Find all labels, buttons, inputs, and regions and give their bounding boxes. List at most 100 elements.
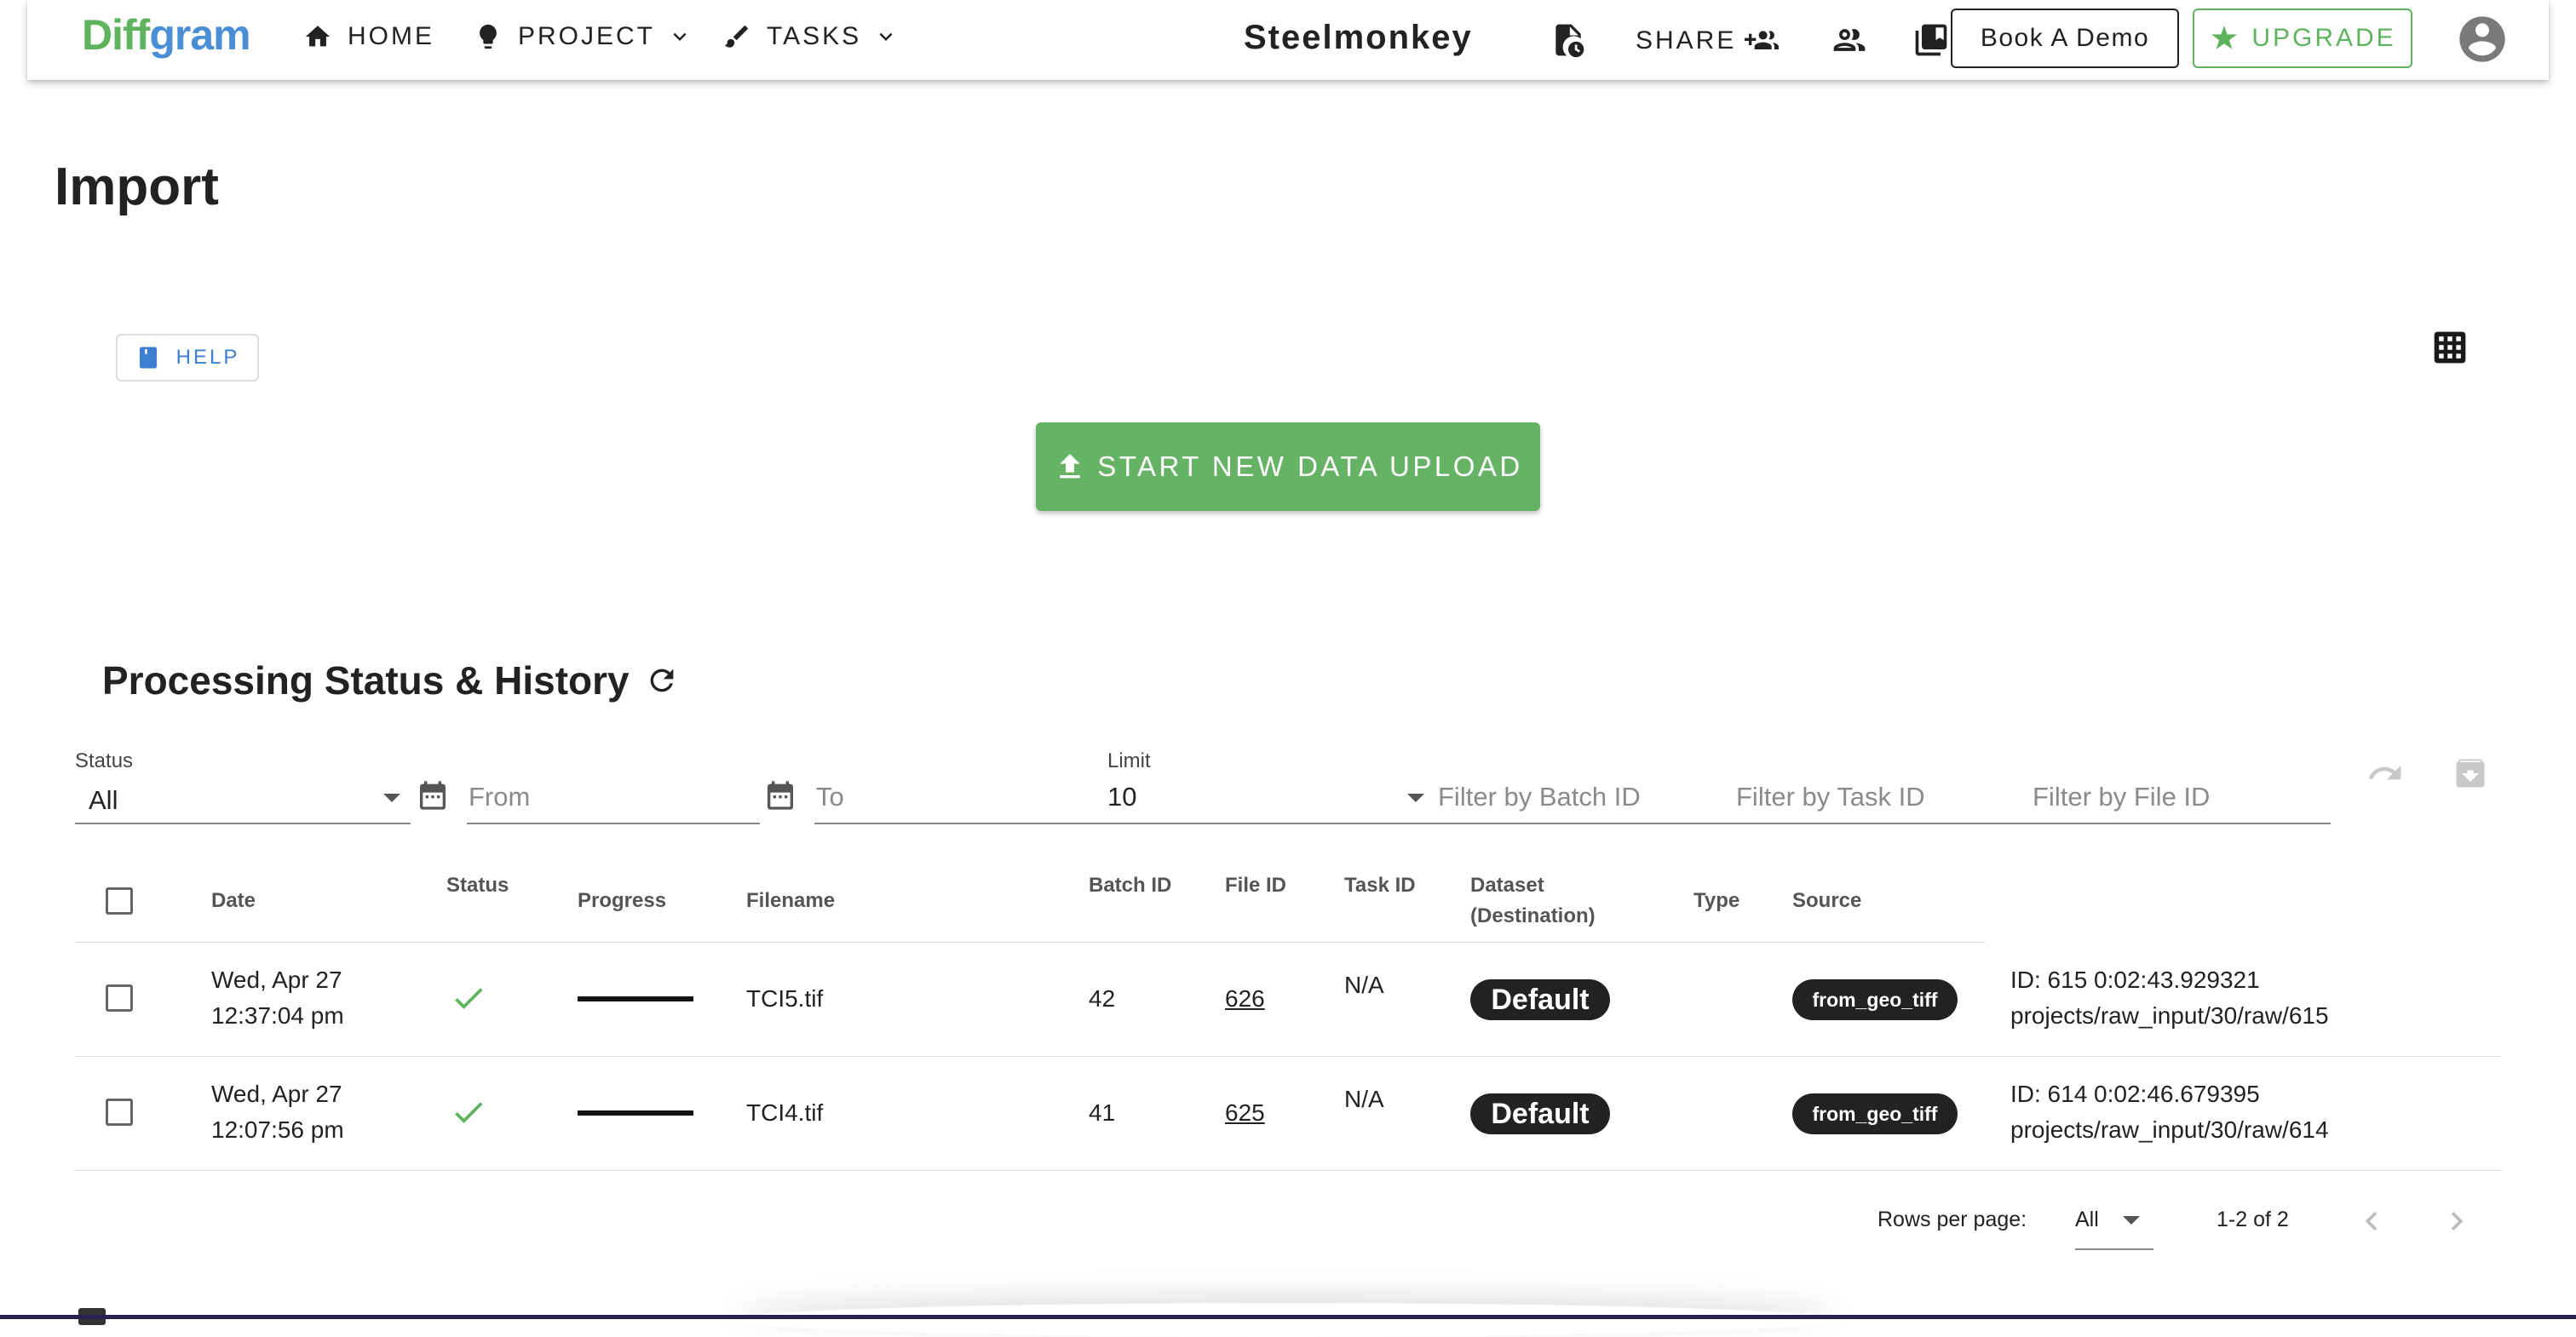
row-info: ID: 615 0:02:43.929321 projects/raw_inpu…: [2010, 962, 2329, 1034]
select-all-checkbox[interactable]: [106, 887, 133, 915]
row-task-id: N/A: [1344, 972, 1384, 998]
row-batch-id: 41: [1089, 1099, 1116, 1126]
group-add-icon: [1745, 31, 1780, 49]
grid-view-icon[interactable]: [2431, 329, 2469, 366]
row-date: Wed, Apr 27 12:07:56 pm: [211, 1076, 344, 1148]
share-button[interactable]: SHARE: [1636, 24, 1780, 58]
task-id-placeholder: Filter by Task ID: [1736, 782, 1925, 812]
redo-icon: [2368, 765, 2401, 780]
star-sparkle-icon: [2211, 26, 2238, 49]
brush-icon: [724, 26, 748, 48]
limit-label: Limit: [1107, 749, 1151, 772]
dataset-chip[interactable]: Default: [1470, 979, 1610, 1020]
avatar[interactable]: [2455, 12, 2510, 66]
chevron-left-icon: [2365, 1212, 2378, 1231]
account-circle-icon: [2459, 16, 2505, 62]
status-value: All: [89, 785, 118, 815]
row-info: ID: 614 0:02:46.679395 projects/raw_inpu…: [2010, 1076, 2329, 1148]
archive-button[interactable]: [2452, 755, 2489, 792]
upgrade-button[interactable]: UPGRADE: [2193, 9, 2412, 68]
header-progress[interactable]: Progress: [578, 886, 666, 916]
library-books-icon: [1915, 24, 1947, 56]
nav-project-menu[interactable]: PROJECT: [474, 22, 693, 51]
row-filename: TCI5.tif: [746, 985, 824, 1012]
redo-button[interactable]: [2366, 755, 2404, 792]
row-date-day: Wed, Apr 27: [211, 1081, 342, 1107]
header-dataset[interactable]: Dataset (Destination): [1470, 870, 1596, 932]
header-source[interactable]: Source: [1792, 886, 1861, 916]
section-title: Processing Status & History: [102, 657, 679, 703]
source-chip: from_geo_tiff: [1792, 1093, 1958, 1134]
pagination-range: 1-2 of 2: [2217, 1208, 2289, 1231]
people-icon: [1833, 29, 1866, 51]
start-upload-button[interactable]: START NEW DATA UPLOAD: [1036, 422, 1540, 511]
header-batch-id[interactable]: Batch ID: [1089, 870, 1171, 901]
diffgram-logo[interactable]: Diffgram: [82, 10, 251, 60]
upgrade-label: UPGRADE: [2251, 24, 2396, 52]
share-label: SHARE: [1636, 26, 1737, 55]
top-app-bar: Diffgram HOME PROJECT TASKS Steelmonkey …: [27, 0, 2549, 80]
header-date[interactable]: Date: [211, 886, 256, 916]
row-file-id-link[interactable]: 626: [1225, 981, 1265, 1017]
rows-per-page-underline: [2075, 1248, 2153, 1250]
row-date-time: 12:07:56 pm: [211, 1116, 344, 1143]
rows-per-page-value: All: [2075, 1208, 2099, 1231]
start-upload-label: START NEW DATA UPLOAD: [1097, 450, 1523, 482]
dataset-chip[interactable]: Default: [1470, 1093, 1610, 1134]
prev-page-button[interactable]: [2353, 1202, 2390, 1240]
nav-home-label: HOME: [348, 22, 434, 50]
row-date: Wed, Apr 27 12:37:04 pm: [211, 962, 344, 1034]
chevron-down-icon: [879, 32, 893, 41]
file-id-placeholder: Filter by File ID: [2033, 782, 2211, 812]
to-underline: [814, 823, 1107, 824]
nav-tasks-menu[interactable]: TASKS: [722, 22, 899, 51]
header-filename[interactable]: Filename: [746, 886, 835, 916]
next-page-button[interactable]: [2438, 1202, 2475, 1240]
row-info-path: projects/raw_input/30/raw/614: [2010, 1116, 2329, 1143]
limit-dropdown-arrow-icon: [1407, 794, 1424, 802]
header-file-id[interactable]: File ID: [1225, 870, 1286, 901]
archive-icon: [2456, 759, 2485, 788]
limit-value: 10: [1107, 782, 1137, 812]
row-task-id: N/A: [1344, 1086, 1384, 1112]
status-underline: [75, 823, 411, 824]
row-filename: TCI4.tif: [746, 1099, 824, 1126]
nav-home-button[interactable]: HOME: [303, 22, 434, 51]
help-button[interactable]: HELP: [116, 334, 259, 382]
calendar-icon[interactable]: [416, 778, 450, 812]
row-progress-bar: [578, 996, 693, 1001]
docs-button[interactable]: [1910, 19, 1952, 61]
workspace-name[interactable]: Steelmonkey: [1244, 19, 1473, 57]
status-dropdown-arrow-icon: [383, 794, 400, 802]
rows-per-page-label: Rows per page:: [1877, 1208, 2027, 1231]
refresh-icon[interactable]: [645, 663, 679, 697]
header-dataset-line2: (Destination): [1470, 904, 1596, 927]
calendar-to-icon: [768, 781, 793, 810]
from-placeholder: From: [469, 782, 531, 812]
header-status[interactable]: Status: [446, 870, 509, 901]
bottom-panel-shadow: [733, 1303, 1840, 1337]
members-button[interactable]: [1828, 19, 1871, 61]
row-file-id-link[interactable]: 625: [1225, 1095, 1265, 1131]
lightbulb-icon: [480, 24, 497, 49]
row-info-id: ID: 615 0:02:43.929321: [2010, 967, 2260, 993]
source-chip: from_geo_tiff: [1792, 979, 1958, 1020]
window-bottom-border: [0, 1315, 2576, 1319]
row-checkbox[interactable]: [106, 1099, 133, 1126]
logo-text-gram: gram: [149, 11, 250, 59]
row-progress-bar: [578, 1110, 693, 1116]
nav-tasks-label: TASKS: [767, 22, 862, 50]
row-checkbox[interactable]: [106, 984, 133, 1012]
book-demo-button[interactable]: Book A Demo: [1951, 9, 2179, 68]
file-history-button[interactable]: [1547, 19, 1590, 61]
to-placeholder: To: [816, 782, 844, 812]
page-title: Import: [55, 158, 219, 216]
calendar-icon[interactable]: [763, 778, 797, 812]
header-task-id[interactable]: Task ID: [1344, 870, 1416, 901]
grid-icon-graphic: [2434, 331, 2466, 364]
header-divider: [75, 942, 1985, 943]
success-check-icon: [450, 979, 487, 1027]
row-divider: [75, 1170, 2501, 1171]
upload-icon: [1060, 454, 1080, 479]
header-type[interactable]: Type: [1693, 886, 1739, 916]
